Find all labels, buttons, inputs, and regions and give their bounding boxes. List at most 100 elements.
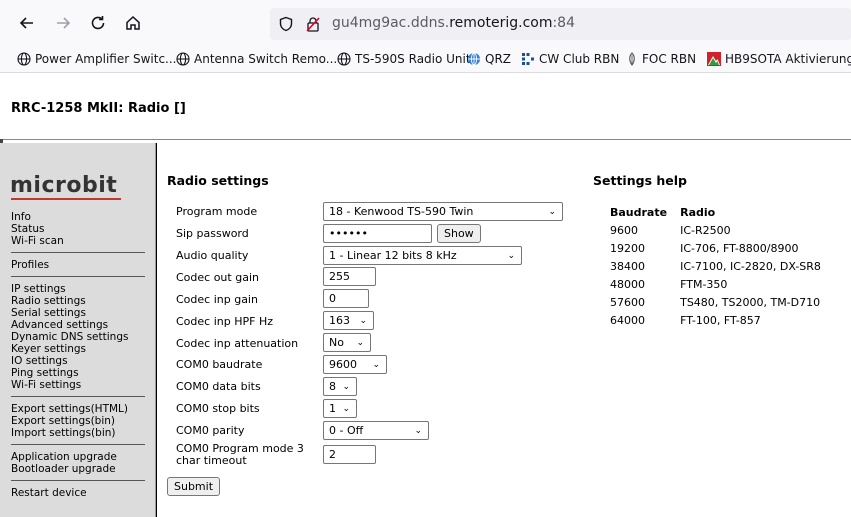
com0-prog-timeout-label-line2: char timeout: [176, 454, 247, 467]
sip-password-input[interactable]: ••••••: [323, 224, 432, 243]
radio-cell: TS480, TS2000, TM-D710: [680, 296, 821, 309]
codec-inp-attenuation-label: Codec inp attenuation: [176, 337, 299, 350]
globe-icon: [17, 52, 31, 66]
nav-import-bin[interactable]: Import settings(bin): [11, 427, 128, 439]
nav-divider: [11, 444, 145, 445]
com0-stop-bits-value: 1: [329, 402, 336, 415]
nav-wifi-settings[interactable]: Wi-Fi settings: [11, 379, 128, 391]
com0-stop-bits-label: COM0 stop bits: [176, 402, 260, 415]
radio-settings-panel: Radio settings Program mode 18 - Kenwood…: [156, 143, 585, 517]
nav-group-profiles: Profiles: [11, 259, 49, 271]
page-header: RRC-1258 MkII: Radio []: [0, 73, 851, 140]
nav-keyer-settings[interactable]: Keyer settings: [11, 343, 128, 355]
nav-profiles[interactable]: Profiles: [11, 259, 49, 271]
codec-inp-hpf-select[interactable]: 163 ⌄: [323, 311, 374, 330]
program-mode-select[interactable]: 18 - Kenwood TS-590 Twin ⌄: [323, 202, 563, 221]
nav-group-export: Export settings(HTML) Export settings(bi…: [11, 403, 128, 439]
nav-dynamic-dns-settings[interactable]: Dynamic DNS settings: [11, 331, 128, 343]
sip-password-label: Sip password: [176, 227, 249, 240]
bookmark-label: QRZ: [485, 52, 512, 66]
logo-underline: [11, 198, 121, 200]
radio-settings-heading: Radio settings: [167, 173, 269, 188]
insecure-lock-icon[interactable]: [305, 16, 321, 32]
nav-divider: [11, 396, 145, 397]
nav-export-bin[interactable]: Export settings(bin): [11, 415, 128, 427]
nav-group-settings: IP settings Radio settings Serial settin…: [11, 283, 128, 391]
nav-serial-settings[interactable]: Serial settings: [11, 307, 128, 319]
nav-export-html[interactable]: Export settings(HTML): [11, 403, 128, 415]
nav-divider: [11, 276, 145, 277]
nav-advanced-settings[interactable]: Advanced settings: [11, 319, 128, 331]
url-text[interactable]: gu4mg9ac.ddns.remoterig.com:84: [332, 15, 575, 31]
bookmark-power-amplifier[interactable]: Power Amplifier Switc...: [17, 50, 176, 68]
com0-data-bits-select[interactable]: 8 ⌄: [323, 377, 357, 396]
url-host: remoterig.com: [449, 15, 553, 31]
nav-ip-settings[interactable]: IP settings: [11, 283, 128, 295]
bookmark-ts590s[interactable]: TS-590S Radio Unit: [337, 50, 471, 68]
back-button[interactable]: [14, 10, 40, 36]
table-row: 48000 FTM-350: [610, 278, 834, 296]
nav-wifi-scan[interactable]: Wi-Fi scan: [11, 235, 64, 247]
nav-group-upgrade: Application upgrade Bootloader upgrade: [11, 451, 117, 475]
bookmark-cw-club-rbn[interactable]: CW Club RBN: [521, 50, 619, 68]
codec-inp-attenuation-value: No: [329, 336, 344, 349]
nav-application-upgrade[interactable]: Application upgrade: [11, 451, 117, 463]
codec-out-gain-label: Codec out gain: [176, 271, 259, 284]
arrow-right-icon: [57, 17, 71, 29]
show-password-button[interactable]: Show: [437, 224, 481, 243]
table-row: 19200 IC-706, FT-8800/8900: [610, 242, 834, 260]
submit-button[interactable]: Submit: [167, 477, 221, 496]
baudrate-table: Baudrate Radio 9600 IC-R2500 19200 IC-706,…: [610, 206, 834, 332]
grid-icon: [522, 53, 534, 65]
baud-cell: 57600: [610, 296, 645, 309]
forward-button[interactable]: [50, 10, 76, 36]
nav-restart-device[interactable]: Restart device: [11, 487, 87, 499]
nav-divider: [11, 252, 145, 253]
shield-icon[interactable]: [278, 16, 294, 32]
codec-out-gain-input[interactable]: 255: [323, 267, 376, 286]
codec-inp-hpf-label: Codec inp HPF Hz: [176, 315, 273, 328]
radio-cell: IC-R2500: [680, 224, 731, 237]
nav-bootloader-upgrade[interactable]: Bootloader upgrade: [11, 463, 117, 475]
browser-toolbar: gu4mg9ac.ddns.remoterig.com:84: [0, 0, 851, 46]
baudrate-column-header: Baudrate: [610, 206, 668, 219]
codec-inp-attenuation-select[interactable]: No ⌄: [323, 333, 371, 352]
bookmark-label: HB9SOTA Aktivierung: [725, 52, 851, 66]
com0-prog-timeout-input[interactable]: 2: [323, 445, 376, 464]
nav-info[interactable]: Info: [11, 211, 64, 223]
chevron-down-icon: ⌄: [342, 381, 350, 392]
com0-parity-select[interactable]: 0 - Off ⌄: [323, 421, 429, 440]
radio-cell: IC-706, FT-8800/8900: [680, 242, 799, 255]
codec-inp-gain-label: Codec inp gain: [176, 293, 258, 306]
chevron-down-icon: ⌄: [548, 206, 556, 217]
chevron-down-icon: ⌄: [356, 337, 364, 348]
nav-group-info: Info Status Wi-Fi scan: [11, 211, 64, 247]
nav-ping-settings[interactable]: Ping settings: [11, 367, 128, 379]
nav-status[interactable]: Status: [11, 223, 64, 235]
home-button[interactable]: [120, 10, 146, 36]
microbit-logo: microbit: [10, 173, 118, 198]
settings-help-panel: Settings help Baudrate Radio 9600 IC-R250…: [584, 143, 851, 517]
com0-baudrate-select[interactable]: 9600 ⌄: [323, 355, 387, 374]
audio-quality-select[interactable]: 1 - Linear 12 bits 8 kHz ⌄: [323, 246, 522, 265]
bookmark-label: CW Club RBN: [539, 52, 620, 66]
arrow-left-icon: [19, 17, 33, 29]
bookmark-foc-rbn[interactable]: FOC RBN: [626, 50, 696, 68]
reload-button[interactable]: [85, 10, 111, 36]
globe-icon: [337, 52, 351, 66]
bookmark-label: TS-590S Radio Unit: [355, 52, 471, 66]
baud-cell: 48000: [610, 278, 645, 291]
codec-inp-gain-input[interactable]: 0: [323, 289, 369, 308]
com0-stop-bits-select[interactable]: 1 ⌄: [323, 399, 357, 418]
bookmarks-bar: Power Amplifier Switc... Antenna Switch …: [0, 46, 851, 73]
address-bar[interactable]: gu4mg9ac.ddns.remoterig.com:84: [270, 8, 851, 40]
bookmark-antenna-switch[interactable]: Antenna Switch Remo...: [176, 50, 337, 68]
bookmark-qrz[interactable]: QRZ: [467, 50, 511, 68]
radio-column-header: Radio: [680, 206, 716, 219]
bookmark-hb9sota[interactable]: HB9SOTA Aktivierung: [707, 50, 851, 68]
globe-icon: [176, 52, 190, 66]
nav-radio-settings[interactable]: Radio settings: [11, 295, 128, 307]
baud-cell: 19200: [610, 242, 645, 255]
nav-io-settings[interactable]: IO settings: [11, 355, 128, 367]
com0-prog-timeout-label: COM0 Program mode 3 char timeout: [176, 443, 304, 467]
